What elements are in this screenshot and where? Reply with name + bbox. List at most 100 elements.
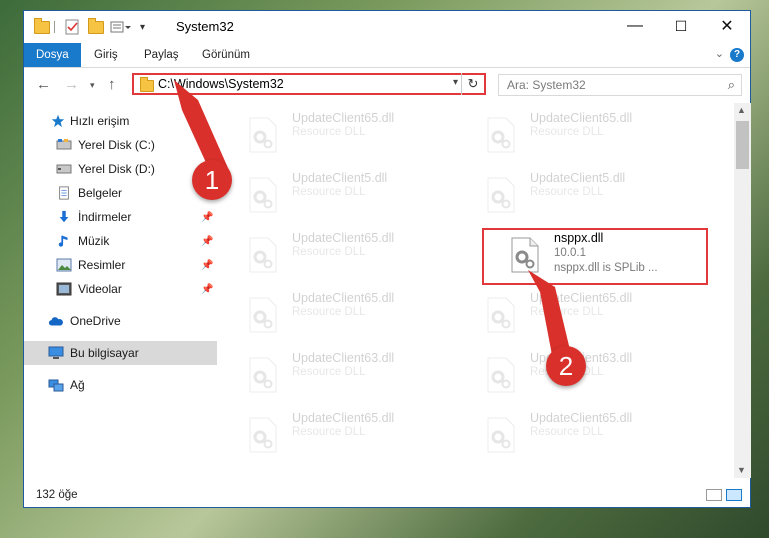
tab-file[interactable]: Dosya <box>24 43 81 67</box>
search-input[interactable]: Ara: System32 ⌕ <box>498 74 742 96</box>
sidebar-item-music[interactable]: Müzik 📌 <box>24 229 217 253</box>
ribbon-tabs: Dosya Giriş Paylaş Görünüm ⌄ ? <box>24 43 750 68</box>
large-icons-view-button[interactable] <box>726 489 742 501</box>
pictures-icon <box>56 258 72 272</box>
file-item[interactable]: UpdateClient65.dll Resource DLL <box>242 109 472 161</box>
network-icon <box>48 379 64 392</box>
sidebar-item-local-disk-c[interactable]: Yerel Disk (C:) 📌 <box>24 133 217 157</box>
dll-file-icon <box>487 117 515 153</box>
onedrive-icon <box>48 317 63 326</box>
sidebar-item-videos[interactable]: Videolar 📌 <box>24 277 217 301</box>
file-name: UpdateClient5.dll <box>292 171 388 185</box>
search-icon: ⌕ <box>727 77 735 92</box>
address-bar[interactable]: C:\Windows\System32 ▾ ↻ <box>132 73 486 95</box>
up-button[interactable]: ↑ <box>108 76 116 93</box>
details-view-button[interactable] <box>706 489 722 501</box>
tab-view[interactable]: Görünüm <box>202 43 250 67</box>
sidebar-item-pictures[interactable]: Resimler 📌 <box>24 253 217 277</box>
file-item[interactable]: UpdateClient65.dll Resource DLL <box>480 409 710 461</box>
back-button[interactable]: ← <box>36 76 51 93</box>
sidebar-item-label: OneDrive <box>70 314 121 328</box>
close-button[interactable]: ✕ <box>704 11 750 41</box>
dll-file-icon <box>249 237 277 273</box>
file-item[interactable]: UpdateClient5.dll Resource DLL <box>242 169 472 221</box>
pin-icon[interactable]: 📌 <box>201 260 213 271</box>
file-name: UpdateClient5.dll <box>530 171 626 185</box>
scrollbar-thumb[interactable] <box>736 121 749 169</box>
file-item[interactable]: UpdateClient5.dll Resource DLL <box>480 169 710 221</box>
minimize-button[interactable]: — <box>612 11 658 41</box>
dll-file-icon <box>249 177 277 213</box>
folder-icon <box>140 77 154 92</box>
tab-share[interactable]: Paylaş <box>144 43 179 67</box>
dll-file-icon <box>487 177 515 213</box>
file-item[interactable]: UpdateClient65.dll Resource DLL <box>480 289 710 341</box>
sidebar-item-label: Yerel Disk (C:) <box>78 138 155 152</box>
customize-quick-access-button[interactable] <box>110 19 132 35</box>
properties-icon <box>65 19 79 35</box>
address-dropdown-icon[interactable]: ▾ <box>453 77 458 88</box>
file-name: UpdateClient65.dll <box>292 231 395 245</box>
file-item[interactable]: UpdateClient65.dll Resource DLL <box>480 109 710 161</box>
sidebar-item-label: Videolar <box>78 282 122 296</box>
file-item[interactable]: UpdateClient65.dll Resource DLL <box>242 229 472 281</box>
star-icon <box>51 114 65 128</box>
scroll-up-icon[interactable]: ▲ <box>737 105 746 115</box>
file-description: Resource DLL <box>292 246 366 258</box>
address-row: ← → ▾ ↑ C:\Windows\System32 ▾ ↻ Ara: Sys… <box>24 68 750 102</box>
dll-file-icon <box>487 417 515 453</box>
sidebar-item-label: Müzik <box>78 234 110 248</box>
pin-icon[interactable]: 📌 <box>201 140 213 151</box>
maximize-button[interactable]: ☐ <box>658 11 704 41</box>
window-title: System32 <box>176 19 234 34</box>
chevron-down-icon[interactable]: ▾ <box>140 19 145 35</box>
videos-icon <box>56 282 72 296</box>
dll-file-icon <box>487 297 515 333</box>
file-description: Resource DLL <box>292 366 366 378</box>
tab-home[interactable]: Giriş <box>94 43 118 67</box>
dll-file-icon <box>249 297 277 333</box>
download-icon <box>59 210 69 223</box>
help-button[interactable]: ? <box>730 48 744 62</box>
drive-icon <box>56 164 72 174</box>
file-name: UpdateClient65.dll <box>530 411 633 425</box>
file-item[interactable]: UpdateClient65.dll Resource DLL <box>242 409 472 461</box>
refresh-button[interactable]: ↻ <box>461 73 484 95</box>
drive-icon <box>56 139 72 150</box>
sidebar-item-onedrive[interactable]: OneDrive <box>24 309 217 333</box>
dll-file-icon <box>249 417 277 453</box>
properties-quick-button[interactable] <box>64 19 80 35</box>
sidebar-item-this-pc[interactable]: Bu bilgisayar <box>24 341 217 365</box>
sidebar-item-label: Bu bilgisayar <box>70 346 139 360</box>
pin-icon[interactable]: 📌 <box>201 236 213 247</box>
scroll-down-icon[interactable]: ▼ <box>737 465 746 475</box>
vertical-scrollbar[interactable]: ▲ ▼ <box>734 103 751 478</box>
file-name: UpdateClient65.dll <box>292 411 395 425</box>
documents-icon <box>59 186 69 200</box>
expand-ribbon-icon[interactable]: ⌄ <box>715 47 724 60</box>
folder-icon <box>34 17 50 35</box>
dll-file-icon <box>249 357 277 393</box>
file-description: Resource DLL <box>530 186 604 198</box>
file-description: Resource DLL <box>292 426 366 438</box>
sidebar-item-local-disk-d[interactable]: Yerel Disk (D:) <box>24 157 217 181</box>
view-toggle <box>706 489 742 501</box>
sidebar-item-documents[interactable]: Belgeler 📌 <box>24 181 217 205</box>
step-badge-2: 2 <box>546 346 586 386</box>
dll-file-icon <box>487 357 515 393</box>
file-name: UpdateClient65.dll <box>530 111 633 125</box>
pin-icon[interactable]: 📌 <box>201 212 213 223</box>
forward-button[interactable]: → <box>64 76 79 93</box>
file-name: UpdateClient65.dll <box>530 291 633 305</box>
file-item[interactable]: UpdateClient63.dll Resource DLL <box>242 349 472 401</box>
highlight-box <box>482 228 708 285</box>
sidebar-item-quick-access[interactable]: Hızlı erişim <box>24 109 217 133</box>
new-folder-quick-button[interactable] <box>88 17 104 35</box>
file-item[interactable]: UpdateClient63.dll Resource DLL <box>480 349 710 401</box>
search-placeholder: Ara: System32 <box>507 78 586 92</box>
sidebar-item-downloads[interactable]: İndirmeler 📌 <box>24 205 217 229</box>
recent-locations-button[interactable]: ▾ <box>90 80 95 91</box>
sidebar-item-network[interactable]: Ağ <box>24 373 217 397</box>
pin-icon[interactable]: 📌 <box>201 284 213 295</box>
file-item[interactable]: UpdateClient65.dll Resource DLL <box>242 289 472 341</box>
